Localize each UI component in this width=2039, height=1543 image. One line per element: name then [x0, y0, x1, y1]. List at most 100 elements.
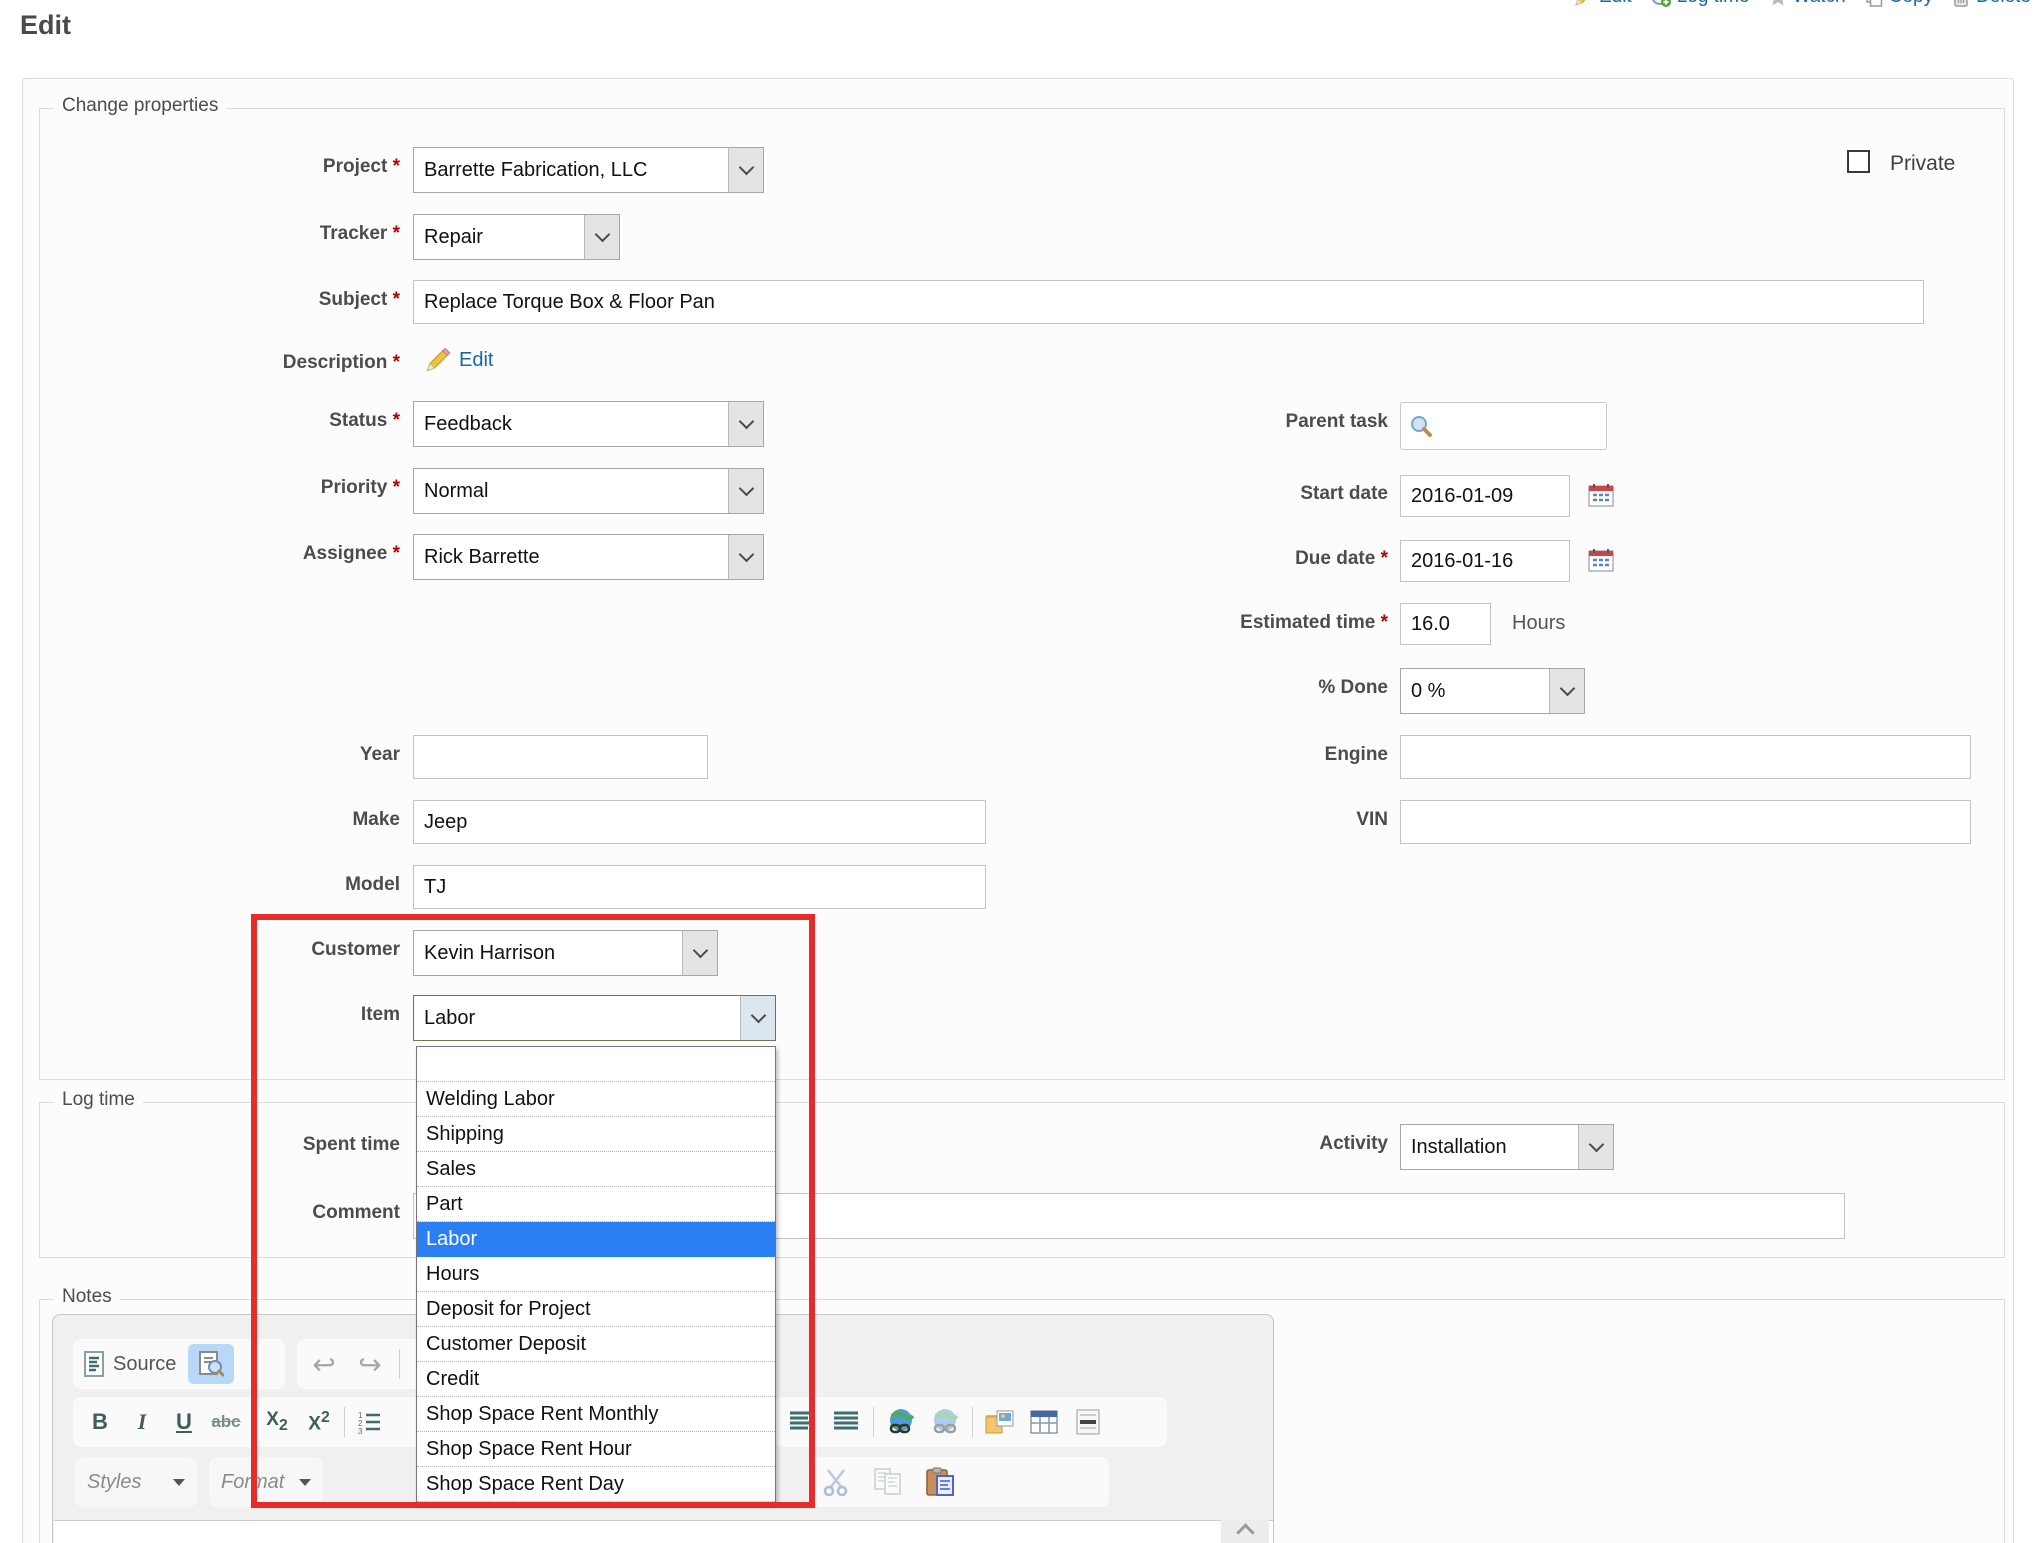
bold-button[interactable]: B	[83, 1402, 117, 1442]
source-button[interactable]: Source	[83, 1344, 176, 1384]
tracker-select[interactable]: Repair	[413, 214, 620, 260]
superscript-button[interactable]: X2	[302, 1402, 336, 1442]
log-time-link[interactable]: Log time	[1650, 0, 1750, 8]
strikethrough-button[interactable]: abc	[209, 1402, 243, 1442]
chevron-down-icon	[738, 481, 754, 497]
change-properties-fieldset: Change properties	[39, 108, 2005, 1080]
priority-select[interactable]: Normal	[413, 468, 764, 514]
format-dropdown-label: Format	[221, 1471, 284, 1494]
justify-block-button[interactable]	[829, 1402, 863, 1442]
project-select-value: Barrette Fabrication, LLC	[414, 148, 728, 192]
delete-link-label: Delete	[1976, 0, 2031, 8]
redo-icon: ↪	[358, 1348, 381, 1381]
image-icon	[985, 1409, 1015, 1435]
parent-task-input[interactable]	[1400, 402, 1607, 450]
assignee-select[interactable]: Rick Barrette	[413, 534, 764, 580]
link-globe-icon	[887, 1408, 915, 1436]
estimated-time-input[interactable]	[1400, 603, 1491, 645]
calendar-icon[interactable]	[1588, 483, 1614, 507]
copy-button[interactable]	[871, 1462, 905, 1502]
preview-button[interactable]	[188, 1344, 234, 1384]
percent-done-select[interactable]: 0 %	[1400, 668, 1585, 714]
private-checkbox[interactable]	[1847, 150, 1870, 173]
styles-dropdown[interactable]: Styles	[75, 1457, 197, 1507]
activity-select-value: Installation	[1401, 1125, 1578, 1169]
item-option[interactable]: Sales	[417, 1152, 775, 1187]
vin-label: VIN	[1088, 809, 1388, 831]
superscript-icon: X2	[308, 1409, 330, 1435]
underline-button[interactable]: U	[167, 1402, 201, 1442]
tracker-select-button[interactable]	[584, 215, 619, 259]
customer-select-button[interactable]	[682, 931, 717, 975]
status-select-button[interactable]	[728, 402, 763, 446]
delete-link[interactable]: Delete	[1951, 0, 2031, 8]
activity-select[interactable]: Installation	[1400, 1124, 1614, 1170]
item-option[interactable]: Hours	[417, 1257, 775, 1292]
activity-label: Activity	[1088, 1133, 1388, 1155]
horizontal-rule-button[interactable]	[1071, 1402, 1105, 1442]
assignee-select-value: Rick Barrette	[414, 535, 728, 579]
model-input[interactable]	[413, 865, 986, 909]
format-dropdown[interactable]: Format	[209, 1457, 323, 1507]
item-select[interactable]: Labor	[413, 995, 776, 1041]
toolbar-separator	[399, 1349, 400, 1379]
link-button[interactable]	[884, 1402, 918, 1442]
redo-button[interactable]: ↪	[353, 1344, 387, 1384]
subscript-button[interactable]: X2	[260, 1402, 294, 1442]
watch-link[interactable]: Watch	[1768, 0, 1846, 8]
svg-text:3: 3	[358, 1427, 363, 1434]
format-toolbar-group: B I U abc X2 X2 123	[73, 1397, 449, 1447]
item-option[interactable]	[417, 1047, 775, 1082]
image-button[interactable]	[983, 1402, 1017, 1442]
copy-icon	[1864, 0, 1884, 7]
subject-input[interactable]	[413, 280, 1924, 324]
priority-select-button[interactable]	[728, 469, 763, 513]
status-select[interactable]: Feedback	[413, 401, 764, 447]
copy-docs-icon	[873, 1468, 903, 1496]
item-option[interactable]: Customer Deposit	[417, 1327, 775, 1362]
item-option[interactable]: Deposit for Project	[417, 1292, 775, 1327]
paste-button[interactable]	[923, 1462, 957, 1502]
item-option[interactable]: Shipping	[417, 1117, 775, 1152]
model-label: Model	[140, 874, 400, 896]
italic-button[interactable]: I	[125, 1402, 159, 1442]
editor-scroll-up-button[interactable]	[1221, 1520, 1269, 1543]
unlink-button[interactable]	[928, 1402, 962, 1442]
calendar-icon[interactable]	[1588, 548, 1614, 572]
item-option[interactable]: Welding Labor	[417, 1082, 775, 1117]
make-input[interactable]	[413, 800, 986, 844]
item-option[interactable]: Credit	[417, 1362, 775, 1397]
item-option[interactable]: Part	[417, 1187, 775, 1222]
customer-select-value: Kevin Harrison	[414, 931, 682, 975]
justify-left-button[interactable]	[785, 1402, 819, 1442]
item-option[interactable]: Shop Space Rent Day	[417, 1467, 775, 1502]
numbered-list-button[interactable]: 123	[353, 1402, 387, 1442]
copy-link[interactable]: Copy	[1864, 0, 1933, 8]
item-option-selected[interactable]: Labor	[417, 1222, 775, 1257]
assignee-select-button[interactable]	[728, 535, 763, 579]
percent-done-select-value: 0 %	[1401, 669, 1549, 713]
project-select[interactable]: Barrette Fabrication, LLC	[413, 147, 764, 193]
due-date-input[interactable]	[1400, 540, 1570, 582]
underline-icon: U	[176, 1409, 192, 1435]
edit-link[interactable]: Edit	[1574, 0, 1632, 8]
editor-content-area[interactable]	[54, 1520, 1273, 1543]
undo-button[interactable]: ↩	[307, 1344, 341, 1384]
engine-label: Engine	[1088, 744, 1388, 766]
item-option[interactable]: Shop Space Rent Monthly	[417, 1397, 775, 1432]
engine-input[interactable]	[1400, 735, 1971, 779]
activity-select-button[interactable]	[1578, 1125, 1613, 1169]
table-button[interactable]	[1027, 1402, 1061, 1442]
vin-input[interactable]	[1400, 800, 1971, 844]
item-option[interactable]: Shop Space Rent Hour	[417, 1432, 775, 1467]
year-input[interactable]	[413, 735, 708, 779]
project-select-button[interactable]	[728, 148, 763, 192]
item-select-button[interactable]	[740, 996, 775, 1040]
percent-done-select-button[interactable]	[1549, 669, 1584, 713]
description-edit-link[interactable]: Edit	[459, 349, 493, 372]
start-date-input[interactable]	[1400, 475, 1570, 517]
item-select-value: Labor	[414, 996, 740, 1040]
customer-select[interactable]: Kevin Harrison	[413, 930, 718, 976]
cut-button[interactable]	[819, 1462, 853, 1502]
italic-icon: I	[138, 1409, 147, 1435]
